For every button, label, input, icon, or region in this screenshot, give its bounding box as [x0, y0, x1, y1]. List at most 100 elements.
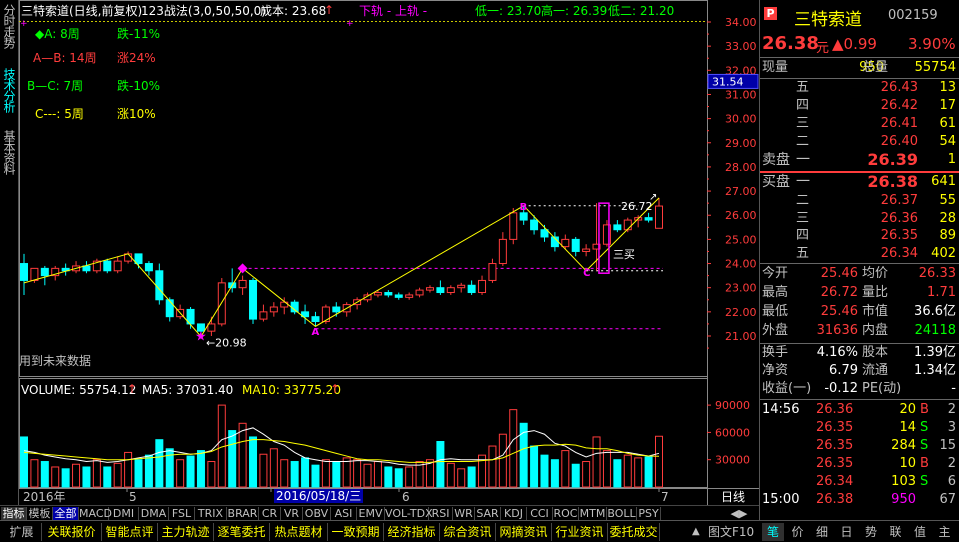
- candle-body: [457, 284, 466, 289]
- bottom-tab-7[interactable]: 经济指标: [384, 523, 440, 541]
- kline-chart[interactable]: 34.0033.0032.0031.0030.0029.0028.0027.00…: [19, 0, 759, 505]
- ask-row[interactable]: 二 26.40 54: [760, 134, 959, 150]
- quote-tab-2[interactable]: 细: [811, 523, 833, 541]
- indicator-tab-4[interactable]: DMI: [109, 507, 139, 521]
- indicator-tab-10[interactable]: VR: [281, 507, 303, 521]
- tab-technical-analysis[interactable]: 技术分析: [1, 68, 17, 112]
- tick-row: 14:56 26.36 20 B 2: [762, 402, 956, 417]
- tick-row: 26.35 284 S 15: [816, 438, 956, 453]
- volume-bar: [301, 457, 310, 488]
- volume-bar: [30, 459, 39, 488]
- volume-bar: [446, 462, 455, 488]
- bottom-tab-11[interactable]: 委托成交: [608, 523, 660, 541]
- bottom-tab-8[interactable]: 综合资讯: [440, 523, 496, 541]
- volume-bar: [561, 450, 570, 488]
- bottom-tab-2[interactable]: 智能点评: [102, 523, 158, 541]
- indicator-tab-18[interactable]: KDJ: [501, 507, 527, 521]
- indicator-tab-0[interactable]: 指标: [1, 507, 27, 521]
- bid-row[interactable]: 四 26.35 89: [760, 228, 959, 244]
- ask1-row[interactable]: 卖盘 一 26.39 1: [760, 152, 959, 170]
- indicator-tab-23[interactable]: PSY: [637, 507, 661, 521]
- volume-bar: [207, 461, 216, 488]
- tab-basic-info[interactable]: 基本资料: [1, 130, 17, 174]
- candle-body: [519, 212, 528, 221]
- indicator-tab-15[interactable]: RSI: [429, 507, 453, 521]
- quote-tab-7[interactable]: 主: [934, 523, 956, 541]
- indicator-tab-2[interactable]: 全部: [53, 507, 79, 521]
- volume-bar: [124, 451, 133, 488]
- left-vertical-tabs: 分时走势 技术分析 基本资料: [0, 0, 19, 505]
- bottom-tab-9[interactable]: 网摘资讯: [496, 523, 552, 541]
- volume-bar: [467, 466, 476, 488]
- ask-row[interactable]: 四 26.42 17: [760, 98, 959, 114]
- volume-bar: [92, 459, 101, 488]
- bid-row[interactable]: 三 26.36 28: [760, 211, 959, 227]
- bid1-row[interactable]: 买盘 一 26.38 641: [760, 174, 959, 192]
- indicator-tab-19[interactable]: CCI: [527, 507, 553, 521]
- bid-row[interactable]: 二 26.37 55: [760, 193, 959, 209]
- indicator-tab-7[interactable]: TRIX: [195, 507, 227, 521]
- point-a-label: A: [311, 327, 319, 338]
- candle-body: [311, 316, 320, 323]
- indicator-tab-12[interactable]: ASI: [331, 507, 357, 521]
- candle-body: [103, 260, 112, 272]
- bid-row[interactable]: 五 26.34 402: [760, 246, 959, 262]
- tab-intraday[interactable]: 分时走势: [1, 4, 17, 48]
- quote-tab-0[interactable]: 笔: [762, 523, 784, 541]
- candle-body: [40, 267, 49, 277]
- indicator-tab-21[interactable]: MTM: [579, 507, 607, 521]
- volume-bar: [498, 433, 507, 488]
- bottom-tab-10[interactable]: 行业资讯: [552, 523, 608, 541]
- volume-label: VOLUME: 55754.12: [21, 383, 137, 397]
- indicator-tab-6[interactable]: FSL: [169, 507, 195, 521]
- bottom-tab-0[interactable]: 扩展: [2, 523, 42, 541]
- finance-row: 净资 6.79 流通 1.34亿: [762, 363, 956, 378]
- bottom-tab-3[interactable]: 主力轨迹: [158, 523, 214, 541]
- volume-bar: [290, 461, 299, 488]
- indicator-tab-9[interactable]: CR: [259, 507, 281, 521]
- indicator-tab-3[interactable]: MACD: [79, 507, 112, 521]
- period-label[interactable]: 日线: [721, 490, 745, 504]
- cost-arrow: ↑: [324, 3, 335, 17]
- volume-bar: [540, 454, 549, 488]
- ask-row[interactable]: 五 26.43 13: [760, 80, 959, 96]
- quote-tab-5[interactable]: 联: [885, 523, 907, 541]
- stat-row: 今开 25.46 均价 26.33: [762, 266, 956, 281]
- indicator-tab-11[interactable]: OBV: [303, 507, 331, 521]
- candle-body: [415, 289, 424, 296]
- bottom-bar-arrow-icon[interactable]: ▲: [692, 523, 700, 541]
- quote-tab-4[interactable]: 势: [860, 523, 882, 541]
- indicator-tab-17[interactable]: SAR: [475, 507, 501, 521]
- volume-bar: [602, 450, 611, 488]
- volume-bar: [509, 409, 518, 488]
- bottom-tab-1[interactable]: 关联报价: [42, 523, 102, 541]
- indicator-tab-scroll-arrows[interactable]: ◀▶: [722, 507, 756, 521]
- indicator-tab-14[interactable]: VOL-TDX: [385, 507, 433, 521]
- indicator-tab-1[interactable]: 模板: [27, 507, 53, 521]
- volume-bar: [363, 463, 372, 488]
- indicator-tab-13[interactable]: EMV: [357, 507, 385, 521]
- f10-button[interactable]: 图文F10: [708, 523, 754, 541]
- indicator-tab-5[interactable]: DMA: [139, 507, 169, 521]
- indicator-tab-8[interactable]: BRAR: [227, 507, 259, 521]
- indicator-tab-20[interactable]: ROC: [553, 507, 579, 521]
- indicator-tab-22[interactable]: BOLL: [607, 507, 637, 521]
- quote-panel: P 三特索道 002159 26.38 元 ▲0.99 3.90% 现量 950…: [759, 0, 959, 520]
- indicator-tab-16[interactable]: WR: [453, 507, 475, 521]
- candle-body: [113, 260, 122, 272]
- rail-marker: +: [346, 19, 354, 29]
- bottom-tab-5[interactable]: 热点题材: [270, 523, 328, 541]
- quote-tab-1[interactable]: 价: [787, 523, 809, 541]
- volume-bar: [436, 441, 445, 488]
- future-data-note: 用到未来数据: [19, 354, 92, 368]
- kline-chart-area[interactable]: 34.00 33.00 32.00 31.00 30.00 29.00 28.00 27.00…: [19, 0, 759, 505]
- ask-row[interactable]: 三 26.41 61: [760, 116, 959, 132]
- quote-tab-3[interactable]: 日: [836, 523, 858, 541]
- volume-axis-label: 90000: [715, 399, 750, 412]
- volume-bar: [655, 435, 663, 488]
- bottom-tab-4[interactable]: 逐笔委托: [214, 523, 270, 541]
- quote-tab-6[interactable]: 值: [909, 523, 931, 541]
- bottom-tab-6[interactable]: 一致预期: [328, 523, 384, 541]
- wave-bc-change: 跌-10%: [117, 79, 161, 93]
- candle-body: [394, 294, 403, 298]
